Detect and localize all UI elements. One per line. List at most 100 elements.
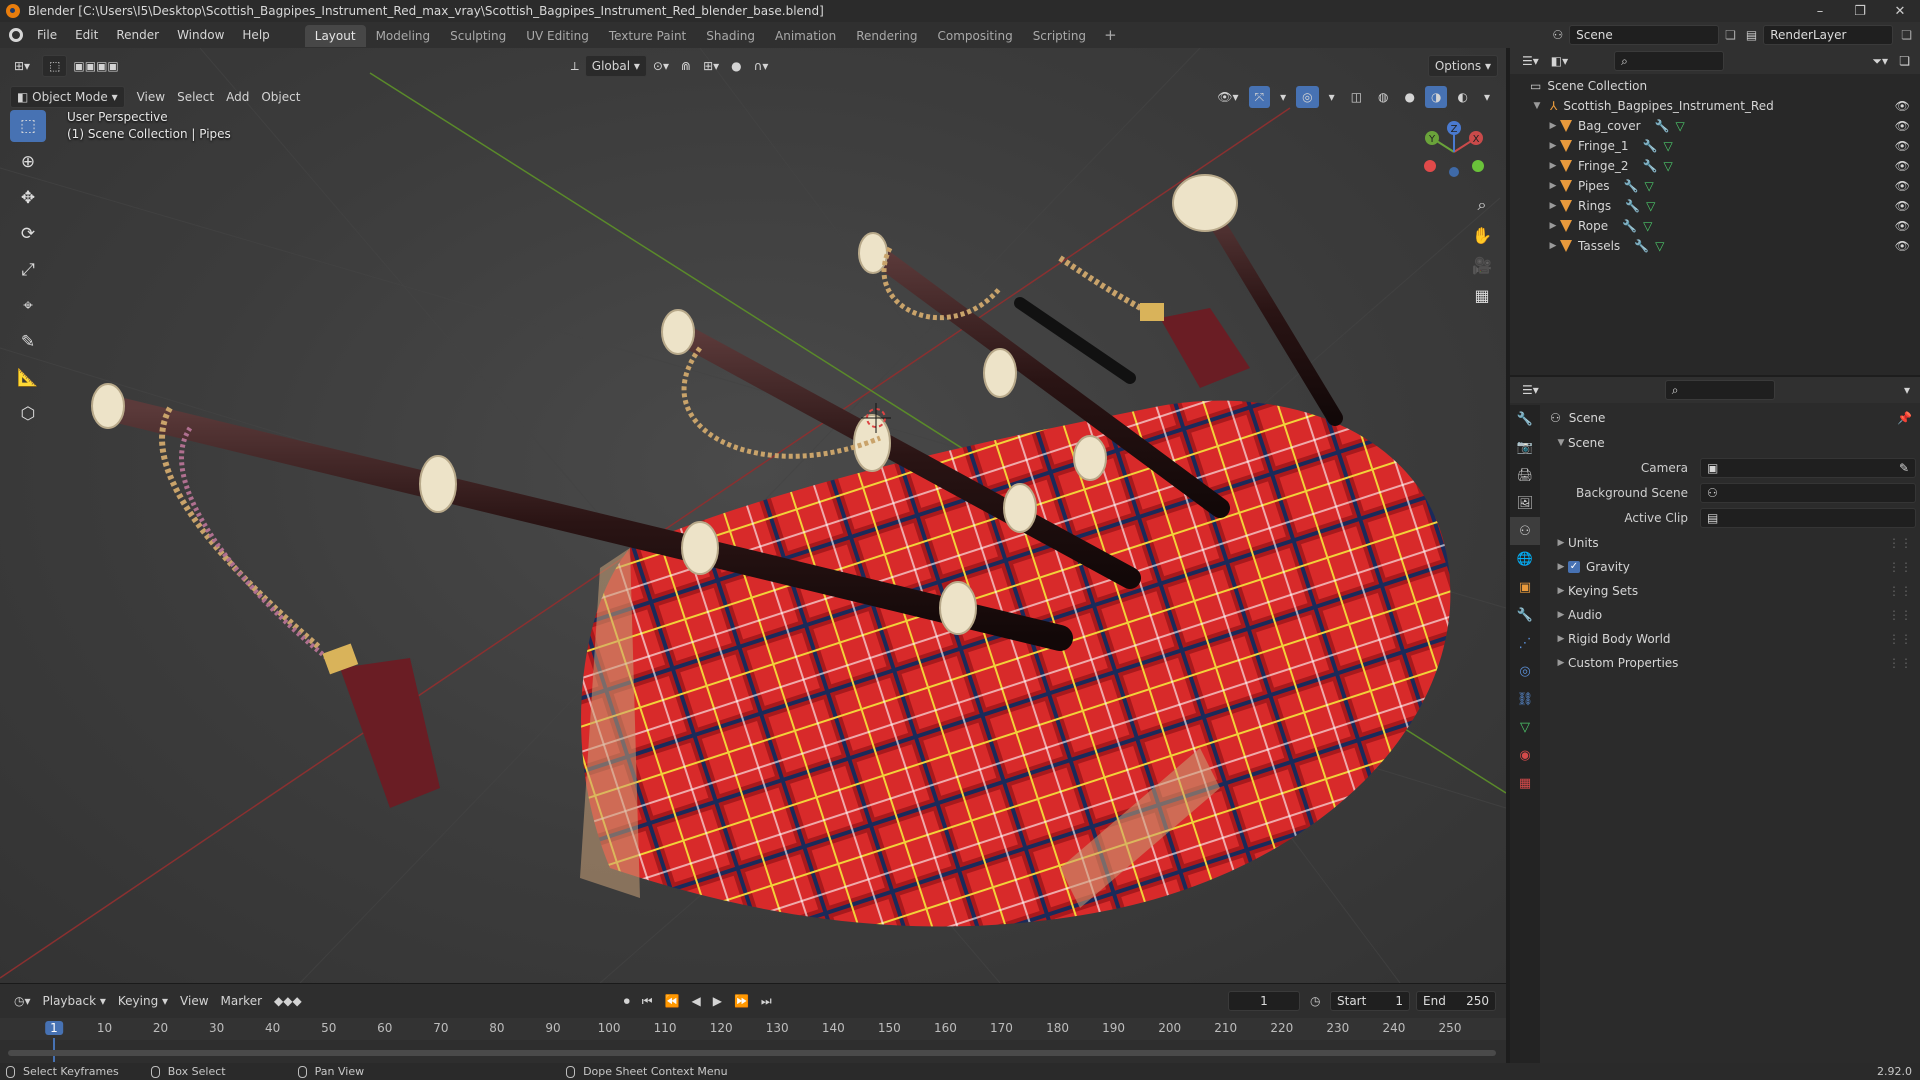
gizmo-dropdown-icon[interactable]: ▾ bbox=[1274, 86, 1292, 108]
add-cube-tool-icon[interactable]: ⬡ bbox=[10, 398, 46, 430]
editor-type-icon[interactable]: ⊞▾ bbox=[8, 55, 36, 77]
expand-icon[interactable]: ▶ bbox=[1554, 610, 1568, 620]
expand-icon[interactable]: ▶ bbox=[1554, 658, 1568, 668]
keyframe-nav-icon[interactable]: ◆◆◆ bbox=[268, 990, 308, 1012]
pivot-icon[interactable]: ⊙▾ bbox=[647, 55, 675, 77]
orientation-dropdown[interactable]: Global ▾ bbox=[584, 55, 647, 77]
scale-tool-icon[interactable]: ⤢ bbox=[10, 254, 46, 286]
outliner-item[interactable]: ▶ Fringe_1 🔧 ▽ 👁 bbox=[1510, 136, 1920, 156]
outliner-item[interactable]: ▶ Rope 🔧 ▽ 👁 bbox=[1510, 216, 1920, 236]
xray-icon[interactable]: ◫ bbox=[1345, 86, 1368, 108]
mesh-data-icon[interactable]: ▽ bbox=[1645, 179, 1654, 193]
prev-key-icon[interactable]: ⏪ bbox=[659, 990, 686, 1012]
menu-view[interactable]: View bbox=[131, 86, 171, 108]
material-shading-icon[interactable]: ◑ bbox=[1425, 86, 1448, 108]
next-key-icon[interactable]: ⏩ bbox=[728, 990, 755, 1012]
gravity-checkbox[interactable]: ✓ bbox=[1568, 561, 1580, 573]
overlays-dropdown-icon[interactable]: ▾ bbox=[1323, 86, 1341, 108]
snap-target-icon[interactable]: ⊞▾ bbox=[697, 55, 725, 77]
tab-sculpting[interactable]: Sculpting bbox=[440, 25, 516, 47]
menu-timeline-view[interactable]: View bbox=[174, 990, 214, 1012]
mesh-data-icon[interactable]: ▽ bbox=[1664, 159, 1673, 173]
material-tab-icon[interactable]: ◉ bbox=[1510, 741, 1540, 769]
object-mode-dropdown[interactable]: ◧ Object Mode ▾ bbox=[10, 86, 125, 108]
properties-editor-icon[interactable]: ☰▾ bbox=[1516, 379, 1545, 401]
menu-add[interactable]: Add bbox=[220, 86, 255, 108]
solid-shading-icon[interactable]: ● bbox=[1399, 86, 1421, 108]
play-reverse-icon[interactable]: ◀ bbox=[685, 990, 706, 1012]
expand-icon[interactable]: ▶ bbox=[1554, 562, 1568, 572]
3d-viewport[interactable]: ⊞▾ ⬚ ▣▣▣▣ ⟂ Global ▾ ⊙▾ ⋒ ⊞▾ ● ∩▾ Option… bbox=[0, 48, 1506, 983]
tab-texture-paint[interactable]: Texture Paint bbox=[599, 25, 696, 47]
blender-menu-icon[interactable] bbox=[4, 22, 28, 48]
outliner-item[interactable]: ▶ Rings 🔧 ▽ 👁 bbox=[1510, 196, 1920, 216]
tab-shading[interactable]: Shading bbox=[696, 25, 765, 47]
active-clip-field[interactable]: ▤ bbox=[1700, 508, 1916, 528]
subpanel-header[interactable]: ▶ Rigid Body World ⋮⋮ bbox=[1550, 628, 1916, 650]
expand-icon[interactable]: ▶ bbox=[1546, 201, 1560, 211]
drag-handle-icon[interactable]: ⋮⋮ bbox=[1888, 560, 1912, 574]
view-layer-tab-icon[interactable]: 🖼 bbox=[1510, 489, 1540, 517]
drag-handle-icon[interactable]: ⋮⋮ bbox=[1888, 632, 1912, 646]
outliner-item[interactable]: ▶ Fringe_2 🔧 ▽ 👁 bbox=[1510, 156, 1920, 176]
collapse-icon[interactable]: ▼ bbox=[1554, 438, 1568, 448]
modifier-icon[interactable]: 🔧 bbox=[1625, 199, 1640, 213]
wireframe-shading-icon[interactable]: ◍ bbox=[1372, 86, 1394, 108]
zoom-icon[interactable]: ⌕ bbox=[1468, 191, 1496, 219]
world-tab-icon[interactable]: 🌐 bbox=[1510, 545, 1540, 573]
modifier-icon[interactable]: 🔧 bbox=[1655, 119, 1670, 133]
outliner-item[interactable]: ▶ Bag_cover 🔧 ▽ 👁 bbox=[1510, 116, 1920, 136]
timeline-editor-icon[interactable]: ◷▾ bbox=[8, 990, 37, 1012]
shading-dropdown-icon[interactable]: ▾ bbox=[1478, 86, 1496, 108]
background-scene-field[interactable]: ⚇ bbox=[1700, 483, 1916, 503]
transform-tool-icon[interactable]: ⌖ bbox=[10, 290, 46, 322]
visibility-icon[interactable]: 👁▾ bbox=[1211, 86, 1244, 108]
drag-handle-icon[interactable]: ⋮⋮ bbox=[1888, 608, 1912, 622]
outliner-item[interactable]: ▶ Tassels 🔧 ▽ 👁 bbox=[1510, 236, 1920, 256]
annotate-tool-icon[interactable]: ✎ bbox=[10, 326, 46, 358]
modifier-tab-icon[interactable]: 🔧 bbox=[1510, 601, 1540, 629]
physics-tab-icon[interactable]: ◎ bbox=[1510, 657, 1540, 685]
subpanel-header[interactable]: ▶ Units ⋮⋮ bbox=[1550, 532, 1916, 554]
eye-icon[interactable]: 👁 bbox=[1895, 199, 1910, 213]
mesh-data-icon[interactable]: ▽ bbox=[1664, 139, 1673, 153]
eye-icon[interactable]: 👁 bbox=[1895, 159, 1910, 173]
minimize-button[interactable]: – bbox=[1800, 0, 1840, 22]
data-tab-icon[interactable]: ▽ bbox=[1510, 713, 1540, 741]
new-collection-icon[interactable]: ❏ bbox=[1893, 50, 1916, 72]
constraints-tab-icon[interactable]: ⛓ bbox=[1510, 685, 1540, 713]
eye-icon[interactable]: 👁 bbox=[1895, 219, 1910, 233]
expand-icon[interactable]: ▶ bbox=[1546, 161, 1560, 171]
expand-icon[interactable]: ▼ bbox=[1530, 101, 1544, 111]
eye-icon[interactable]: 👁 bbox=[1895, 139, 1910, 153]
view-layer-field[interactable]: RenderLayer bbox=[1763, 25, 1894, 45]
drag-handle-icon[interactable]: ⋮⋮ bbox=[1888, 536, 1912, 550]
subpanel-header[interactable]: ▶ Custom Properties ⋮⋮ bbox=[1550, 652, 1916, 674]
drag-handle-icon[interactable]: ⋮⋮ bbox=[1888, 656, 1912, 670]
expand-icon[interactable]: ▶ bbox=[1546, 121, 1560, 131]
properties-options-icon[interactable]: ▾ bbox=[1898, 379, 1916, 401]
expand-icon[interactable]: ▶ bbox=[1546, 141, 1560, 151]
navigation-gizmo[interactable]: X Y Z bbox=[1410, 114, 1490, 194]
maximize-button[interactable]: ❐ bbox=[1840, 0, 1880, 22]
expand-icon[interactable]: ▶ bbox=[1546, 241, 1560, 251]
timeline-ruler[interactable]: 1 10 20 30 40 50 60 70 80 90 100 110 120 130 140 150 160… bbox=[0, 1018, 1506, 1062]
camera-field[interactable]: ▣ ✎ bbox=[1700, 458, 1916, 478]
outliner-item[interactable]: ▶ Pipes 🔧 ▽ 👁 bbox=[1510, 176, 1920, 196]
tab-uv-editing[interactable]: UV Editing bbox=[516, 25, 599, 47]
tab-rendering[interactable]: Rendering bbox=[846, 25, 927, 47]
options-dropdown[interactable]: Options ▾ bbox=[1427, 55, 1498, 77]
modifier-icon[interactable]: 🔧 bbox=[1643, 139, 1658, 153]
modifier-icon[interactable]: 🔧 bbox=[1622, 219, 1637, 233]
timeline-scrollbar[interactable] bbox=[8, 1050, 1496, 1056]
new-view-layer-icon[interactable]: ❏ bbox=[1901, 28, 1912, 42]
eye-icon[interactable]: 👁 bbox=[1895, 239, 1910, 253]
snap-icon[interactable]: ⋒ bbox=[675, 55, 697, 77]
texture-tab-icon[interactable]: ▦ bbox=[1510, 769, 1540, 797]
scene-tab-icon[interactable]: ⚇ bbox=[1510, 517, 1540, 545]
scene-field[interactable]: Scene bbox=[1569, 25, 1720, 45]
menu-marker[interactable]: Marker bbox=[215, 990, 268, 1012]
proportional-edit-icon[interactable]: ● bbox=[725, 55, 747, 77]
tab-animation[interactable]: Animation bbox=[765, 25, 846, 47]
overlays-toggle-icon[interactable]: ◎ bbox=[1296, 86, 1319, 108]
